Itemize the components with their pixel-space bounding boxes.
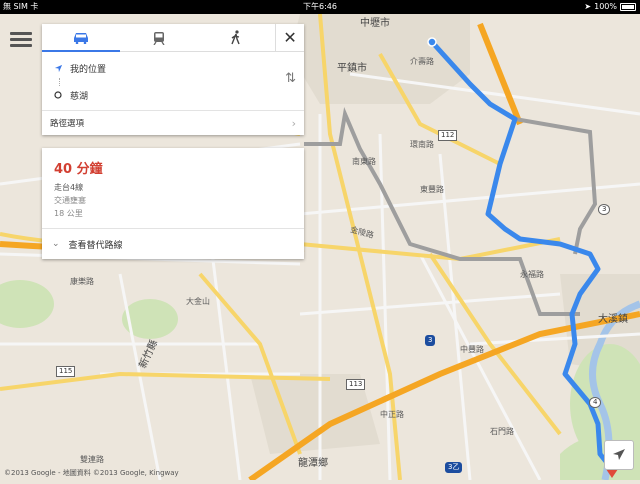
label-road-shimen: 石門路 bbox=[490, 426, 514, 437]
directions-panel: ✕ 我的位置 慈湖 ⇅ 路徑選項 › bbox=[42, 24, 304, 135]
shield-112: 112 bbox=[438, 130, 457, 141]
tab-driving[interactable] bbox=[42, 24, 120, 51]
route-start-point bbox=[428, 38, 436, 46]
label-road-nandong: 南東路 bbox=[352, 156, 376, 167]
route-distance: 18 公里 bbox=[54, 207, 292, 220]
route-summary[interactable]: 40 分鐘 走台4線 交通壅塞 18 公里 bbox=[42, 148, 304, 229]
label-road-zhongfeng: 中豐路 bbox=[460, 344, 484, 355]
status-bar: 無 SIM 卡 下午6:46 ➤ 100% bbox=[0, 0, 640, 14]
route-options-button[interactable]: 路徑選項 › bbox=[42, 111, 304, 135]
location-arrow-icon bbox=[52, 64, 64, 73]
swap-icon: ⇅ bbox=[285, 71, 296, 86]
label-road-shuanglian: 雙連路 bbox=[80, 454, 104, 465]
car-icon bbox=[72, 32, 90, 44]
label-dajin: 大金山 bbox=[186, 296, 210, 307]
tab-transit[interactable] bbox=[120, 24, 198, 51]
label-road-dongfeng: 東豐路 bbox=[420, 184, 444, 195]
hamburger-menu-icon bbox=[10, 32, 32, 35]
chevron-down-icon: ⌄ bbox=[52, 239, 60, 249]
tab-walking[interactable] bbox=[197, 24, 275, 51]
origin-field[interactable]: 我的位置 bbox=[42, 55, 274, 81]
route-via: 走台4線 bbox=[54, 181, 292, 194]
label-daxi: 大溪鎮 bbox=[598, 310, 628, 325]
label-road-jieshou: 介壽路 bbox=[410, 56, 434, 67]
battery-icon bbox=[620, 3, 636, 11]
shield-national-3-yi: 3乙 bbox=[445, 462, 462, 473]
close-icon: ✕ bbox=[283, 28, 296, 47]
location-services-icon: ➤ bbox=[584, 0, 591, 14]
shield-115: 115 bbox=[56, 366, 75, 377]
route-options-label: 路徑選項 bbox=[50, 117, 84, 129]
label-pingzhen: 平鎮市 bbox=[337, 59, 367, 74]
alternative-routes-button[interactable]: ⌄ 查看替代路線 bbox=[42, 229, 304, 259]
shield-113: 113 bbox=[346, 379, 365, 390]
label-longtan: 龍潭鄉 bbox=[298, 454, 328, 469]
traffic-status: 交通壅塞 bbox=[54, 194, 292, 207]
chevron-right-icon: › bbox=[292, 117, 296, 130]
location-arrow-icon bbox=[612, 448, 626, 462]
walk-icon bbox=[230, 30, 242, 45]
clock: 下午6:46 bbox=[0, 0, 640, 14]
travel-mode-tabs: ✕ bbox=[42, 24, 304, 52]
alternative-routes-label: 查看替代路線 bbox=[69, 238, 123, 251]
destination-label: 慈湖 bbox=[70, 89, 88, 102]
close-directions-button[interactable]: ✕ bbox=[275, 24, 304, 51]
route-duration: 40 分鐘 bbox=[54, 158, 292, 177]
shield-national-3: 3 bbox=[425, 335, 435, 346]
route-card: 40 分鐘 走台4線 交通壅塞 18 公里 ⌄ 查看替代路線 bbox=[42, 148, 304, 259]
label-road-yongfu: 永福路 bbox=[520, 269, 544, 280]
train-icon bbox=[153, 31, 165, 45]
label-road-huannan: 環南路 bbox=[410, 139, 434, 150]
swap-endpoints-button[interactable]: ⇅ bbox=[285, 71, 296, 86]
my-location-button[interactable] bbox=[604, 440, 634, 470]
destination-field[interactable]: 慈湖 bbox=[42, 82, 274, 108]
route-endpoints: 我的位置 慈湖 ⇅ bbox=[42, 52, 304, 111]
label-road-kangle: 康樂路 bbox=[70, 276, 94, 287]
label-road-zhongzheng: 中正路 bbox=[380, 409, 404, 420]
origin-label: 我的位置 bbox=[70, 62, 106, 75]
destination-circle-icon bbox=[52, 91, 64, 99]
map-copyright: ©2013 Google - 地圖資料 ©2013 Google, Kingwa… bbox=[4, 468, 179, 478]
menu-button[interactable] bbox=[10, 29, 32, 51]
battery-percent: 100% bbox=[594, 0, 617, 14]
label-zhongli: 中壢市 bbox=[360, 14, 390, 29]
